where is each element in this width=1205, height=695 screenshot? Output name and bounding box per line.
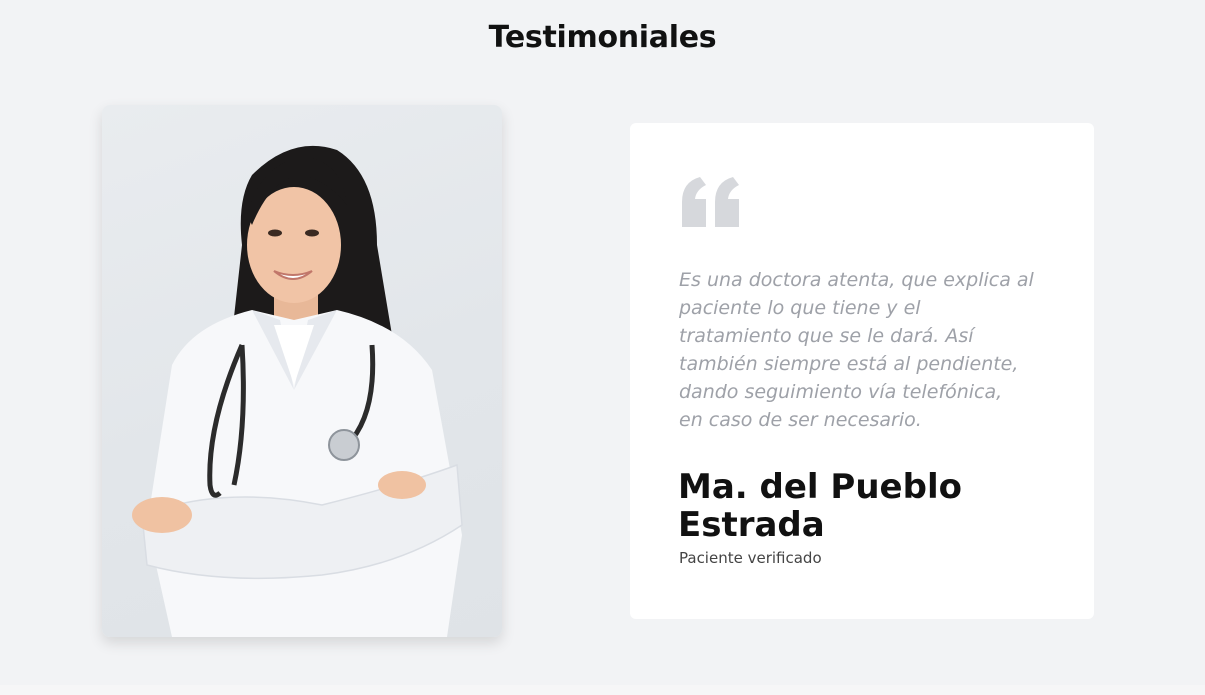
testimonials-section: Testimoniales Es una doctora atenta, que… [0,0,1205,685]
testimonial-card: Es una doctora atenta, que explica al pa… [630,123,1094,619]
doctor-photo [102,105,502,637]
author-name: Ma. del Pueblo Estrada [678,467,962,545]
testimonial-quote: Es una doctora atenta, que explica al pa… [679,269,1034,431]
author-role: Paciente verificado [679,549,822,567]
quote-icon [682,177,739,227]
section-title: Testimoniales [488,20,717,55]
section-divider [0,685,1205,695]
